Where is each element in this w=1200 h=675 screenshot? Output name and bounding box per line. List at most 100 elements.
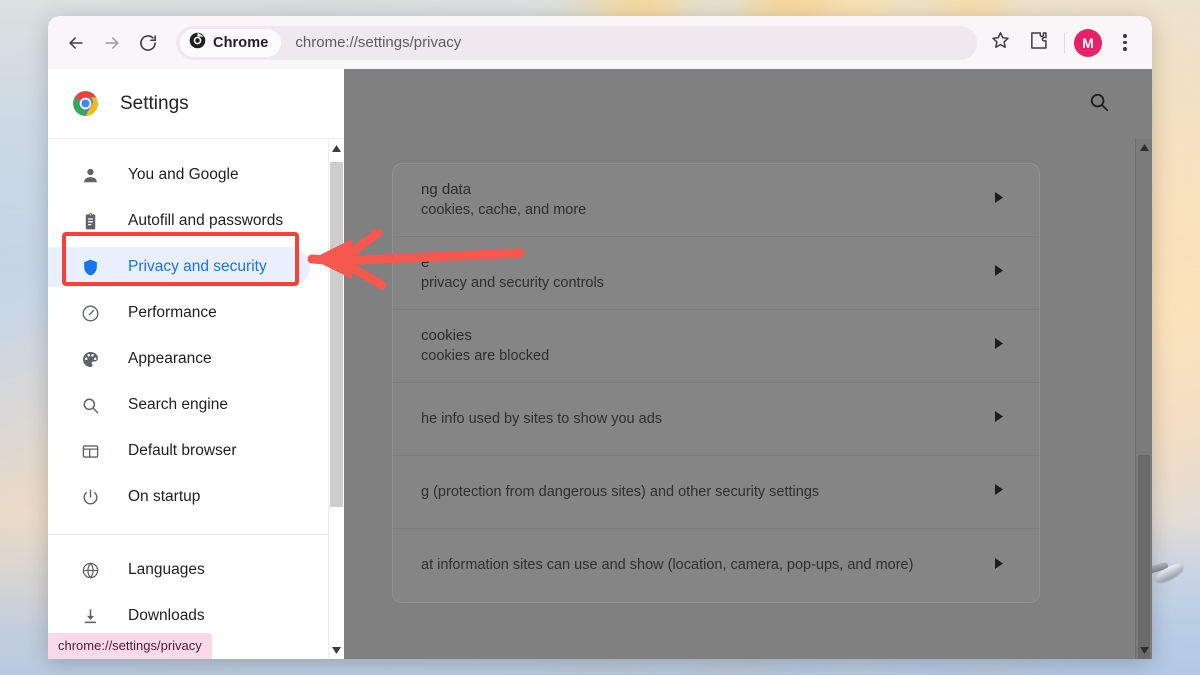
menu-dot: [1123, 47, 1127, 51]
forward-button[interactable]: [94, 25, 130, 61]
setting-row-texts: cookies cookies are blocked: [421, 325, 994, 367]
chevron-right-icon: [994, 337, 1005, 355]
sidebar-item-label: Search engine: [128, 396, 228, 413]
page-title: Settings: [120, 92, 189, 114]
speedometer-icon: [79, 302, 101, 324]
sidebar-divider: [48, 534, 344, 535]
person-icon: [79, 164, 101, 186]
setting-row-subtitle: at information sites can use and show (l…: [421, 557, 914, 573]
chevron-right-icon: [994, 557, 1005, 575]
sidebar-item-search-engine[interactable]: Search engine: [48, 382, 344, 428]
settings-sidebar-menu: You and Google Autofill and passwords Pr…: [48, 140, 344, 659]
settings-content-area: ng data cookies, cache, and more e priva…: [344, 69, 1152, 659]
arrow-right-icon: [102, 33, 122, 53]
setting-row-texts: at information sites can use and show (l…: [421, 555, 994, 576]
setting-row-texts: he info used by sites to show you ads: [421, 409, 994, 430]
address-bar-url[interactable]: chrome://settings/privacy: [295, 34, 461, 51]
chrome-origin-chip[interactable]: Chrome: [180, 28, 282, 57]
setting-row[interactable]: at information sites can use and show (l…: [393, 529, 1039, 602]
scroll-down-arrow-icon[interactable]: [1136, 642, 1152, 659]
puzzle-piece-icon: [1028, 30, 1049, 56]
reload-button[interactable]: [130, 25, 166, 61]
toolbar-divider: [1064, 32, 1065, 53]
setting-row[interactable]: cookies cookies are blocked: [393, 310, 1039, 383]
settings-content-header: [344, 69, 1152, 139]
chrome-logo-icon: [72, 90, 99, 117]
power-icon: [79, 486, 101, 508]
settings-sidebar-header: Settings: [48, 69, 344, 139]
sidebar-item-default-browser[interactable]: Default browser: [48, 428, 344, 474]
setting-row-texts: g (protection from dangerous sites) and …: [421, 482, 994, 503]
chrome-chip-label: Chrome: [213, 34, 269, 51]
browser-window: Chrome chrome://settings/privacy M ng da…: [48, 16, 1152, 659]
chrome-mono-logo-icon: [189, 32, 206, 54]
avatar[interactable]: M: [1074, 28, 1102, 57]
chevron-right-icon: [994, 191, 1005, 209]
sidebar-item-label: Performance: [128, 304, 217, 321]
setting-row[interactable]: e privacy and security controls: [393, 237, 1039, 310]
setting-row-subtitle: he info used by sites to show you ads: [421, 410, 663, 427]
sidebar-scroll-up-arrow-icon[interactable]: [329, 140, 344, 157]
setting-row-subtitle: cookies are blocked: [421, 348, 550, 364]
address-bar[interactable]: Chrome chrome://settings/privacy: [176, 25, 977, 60]
sidebar-scrollbar-thumb[interactable]: [330, 162, 343, 507]
reload-icon: [138, 33, 158, 53]
chevron-right-icon: [994, 410, 1005, 428]
setting-row-texts: ng data cookies, cache, and more: [421, 179, 994, 221]
scroll-up-arrow-icon[interactable]: [1136, 139, 1152, 156]
content-scrollbar-thumb[interactable]: [1138, 455, 1150, 659]
sidebar-item-on-startup[interactable]: On startup: [48, 474, 344, 520]
globe-icon: [79, 559, 101, 581]
sidebar-item-label: You and Google: [128, 166, 239, 183]
download-arrow-icon: [79, 605, 101, 627]
setting-row-subtitle: g (protection from dangerous sites) and …: [421, 483, 820, 500]
extensions-button[interactable]: [1021, 26, 1055, 60]
shield-icon: [79, 256, 101, 278]
status-bar-url: chrome://settings/privacy: [48, 633, 212, 659]
content-scrollbar[interactable]: [1135, 139, 1152, 659]
sidebar-item-label: Appearance: [128, 350, 212, 367]
chevron-right-icon: [994, 264, 1005, 282]
sidebar-item-autofill-and-passwords[interactable]: Autofill and passwords: [48, 198, 344, 244]
sidebar-item-label: Default browser: [128, 442, 237, 459]
setting-row[interactable]: g (protection from dangerous sites) and …: [393, 456, 1039, 529]
settings-sidebar: Settings You and Google Autofill and pas…: [48, 69, 344, 659]
palette-icon: [79, 348, 101, 370]
clipboard-icon: [79, 210, 101, 232]
three-dot-menu-icon[interactable]: [1108, 26, 1142, 60]
setting-row-subtitle: privacy and security controls: [421, 275, 604, 291]
bookmark-button[interactable]: [983, 26, 1017, 60]
sidebar-item-label: Downloads: [128, 607, 205, 624]
search-icon[interactable]: [1088, 91, 1110, 118]
sidebar-scroll-down-arrow-icon[interactable]: [329, 642, 344, 659]
setting-row[interactable]: ng data cookies, cache, and more: [393, 164, 1039, 237]
arrow-left-icon: [66, 33, 86, 53]
menu-dot: [1123, 34, 1127, 38]
back-button[interactable]: [58, 25, 94, 61]
privacy-settings-card: ng data cookies, cache, and more e priva…: [392, 163, 1040, 603]
sidebar-item-appearance[interactable]: Appearance: [48, 336, 344, 382]
chevron-right-icon: [994, 483, 1005, 501]
browser-window-icon: [79, 440, 101, 462]
sidebar-item-languages[interactable]: Languages: [48, 547, 344, 593]
sidebar-item-performance[interactable]: Performance: [48, 290, 344, 336]
setting-row-title: e: [421, 254, 430, 271]
setting-row-subtitle: cookies, cache, and more: [421, 202, 587, 218]
sidebar-scrollbar[interactable]: [328, 140, 344, 659]
sidebar-item-label: On startup: [128, 488, 201, 505]
menu-dot: [1123, 40, 1127, 45]
sidebar-item-you-and-google[interactable]: You and Google: [48, 152, 344, 198]
sidebar-item-label: Autofill and passwords: [128, 212, 284, 229]
setting-row-title: ng data: [421, 181, 472, 198]
magnifier-icon: [79, 394, 101, 416]
browser-toolbar: Chrome chrome://settings/privacy M: [48, 16, 1152, 69]
setting-row-texts: e privacy and security controls: [421, 252, 994, 294]
settings-content-scroll: ng data cookies, cache, and more e priva…: [344, 139, 1152, 659]
sidebar-item-label: Privacy and security: [128, 258, 267, 275]
star-icon: [990, 30, 1011, 56]
setting-row-title: cookies: [421, 327, 472, 344]
settings-page: ng data cookies, cache, and more e priva…: [48, 69, 1152, 659]
sidebar-item-label: Languages: [128, 561, 205, 578]
sidebar-item-privacy-and-security[interactable]: Privacy and security: [48, 244, 344, 290]
setting-row[interactable]: he info used by sites to show you ads: [393, 383, 1039, 456]
